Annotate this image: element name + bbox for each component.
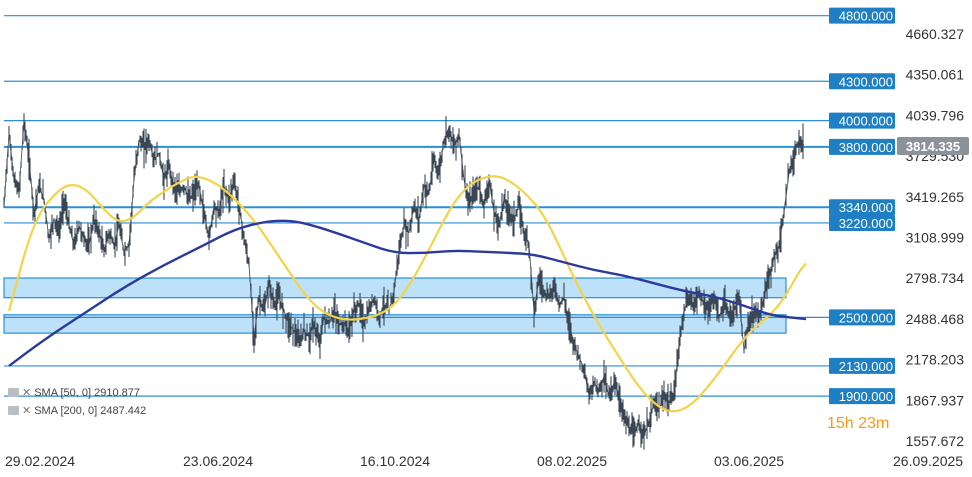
level-tag-label: 3800.000 bbox=[839, 140, 893, 155]
last-price-label: 3814.335 bbox=[906, 139, 960, 154]
indicator-icon bbox=[8, 388, 19, 397]
legend-sma50[interactable]: ✕ SMA [50, 0] 2910.877 bbox=[8, 386, 140, 399]
close-icon[interactable]: ✕ bbox=[22, 404, 31, 417]
level-tag-label: 2130.000 bbox=[839, 359, 893, 374]
level-tag-label: 3220.000 bbox=[839, 216, 893, 231]
legend-sma200[interactable]: ✕ SMA [200, 0] 2487.442 bbox=[8, 404, 146, 417]
y-tick-label: 2178.203 bbox=[906, 352, 965, 368]
x-tick-label: 26.09.2025 bbox=[893, 453, 963, 469]
legend-sma50-label: SMA [50, 0] 2910.877 bbox=[34, 386, 141, 399]
level-tag-label: 1900.000 bbox=[839, 389, 893, 404]
level-tag-label: 4300.000 bbox=[839, 74, 893, 89]
x-tick-label: 29.02.2024 bbox=[5, 453, 75, 469]
candle-countdown: 15h 23m bbox=[827, 415, 890, 432]
y-tick-label: 1557.672 bbox=[906, 433, 965, 449]
indicator-icon bbox=[8, 406, 19, 415]
x-tick-label: 03.06.2025 bbox=[714, 453, 784, 469]
level-tag-label: 4000.000 bbox=[839, 114, 893, 129]
y-tick-label: 4660.327 bbox=[906, 26, 965, 42]
y-tick-label: 3419.265 bbox=[906, 189, 965, 205]
close-icon[interactable]: ✕ bbox=[22, 386, 31, 399]
level-tag-label: 2500.000 bbox=[839, 310, 893, 325]
legend-sma200-label: SMA [200, 0] 2487.442 bbox=[34, 404, 147, 417]
x-tick-label: 16.10.2024 bbox=[360, 453, 430, 469]
level-tag-label: 4800.000 bbox=[839, 9, 893, 24]
y-tick-label: 4350.061 bbox=[906, 67, 965, 83]
x-tick-label: 08.02.2025 bbox=[537, 453, 607, 469]
y-tick-label: 4039.796 bbox=[906, 107, 965, 123]
level-tag-label: 3340.000 bbox=[839, 200, 893, 215]
last-price-tag: 3814.335 bbox=[897, 137, 969, 155]
y-tick-label: 2798.734 bbox=[906, 270, 965, 286]
x-tick-label: 23.06.2024 bbox=[183, 453, 253, 469]
y-tick-label: 3108.999 bbox=[906, 230, 965, 246]
y-tick-label: 2488.468 bbox=[906, 311, 965, 327]
y-tick-label: 1867.937 bbox=[906, 392, 965, 408]
